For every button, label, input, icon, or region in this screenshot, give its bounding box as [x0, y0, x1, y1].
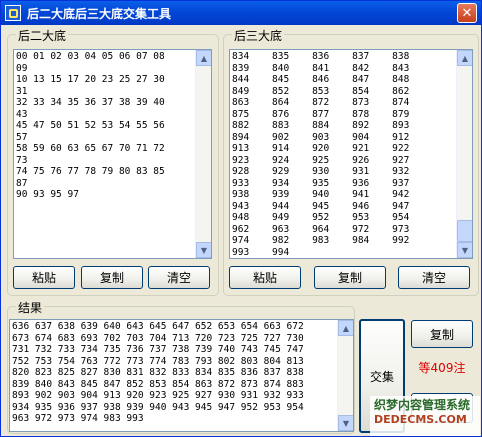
close-button[interactable]: ✕	[457, 3, 477, 23]
arrow-up-icon[interactable]: ▲	[196, 50, 211, 66]
paste-button-two[interactable]: 粘贴	[13, 266, 75, 289]
arrow-down-icon[interactable]: ▼	[457, 242, 472, 258]
three-digit-text: 834 835 836 837 838 839 840 841 842 843 …	[232, 51, 410, 258]
copy-button-three[interactable]: 复制	[314, 266, 386, 289]
copy-result-button[interactable]: 复制	[411, 320, 473, 348]
title-bar: 后二大底后三大底交集工具 ✕	[1, 1, 481, 25]
panel-two-digit-label: 后二大底	[16, 27, 69, 44]
clear-button-three[interactable]: 清空	[398, 266, 470, 289]
arrow-down-icon[interactable]: ▼	[338, 415, 353, 431]
watermark: 织梦内容管理系统 DEDECMS.COM	[370, 396, 480, 436]
arrow-down-icon[interactable]: ▼	[196, 242, 211, 258]
panel-result: 结果 636 637 638 639 640 643 645 647 652 6…	[7, 299, 355, 434]
two-digit-scrollbar[interactable]: ▲ ▼	[195, 50, 211, 258]
two-digit-text: 00 01 02 03 04 05 06 07 08 09 10 13 15 1…	[16, 51, 165, 200]
watermark-line2: DEDECMS.COM	[374, 413, 467, 426]
close-icon: ✕	[461, 5, 473, 21]
clear-button-two[interactable]: 清空	[148, 266, 210, 289]
window-title: 后二大底后三大底交集工具	[27, 6, 172, 21]
paste-button-three[interactable]: 粘贴	[229, 266, 301, 289]
result-label: 结果	[16, 299, 45, 316]
copy-button-two[interactable]: 复制	[81, 266, 143, 289]
arrow-up-icon[interactable]: ▲	[457, 50, 472, 66]
panel-two-digit: 后二大底 00 01 02 03 04 05 06 07 08 09 10 13…	[7, 27, 219, 296]
result-textarea[interactable]: 636 637 638 639 640 643 645 647 652 653 …	[9, 319, 354, 432]
three-digit-scrollbar[interactable]: ▲ ▼	[456, 50, 472, 258]
arrow-up-icon[interactable]: ▲	[338, 320, 353, 336]
result-count: 等409注	[418, 361, 466, 375]
app-icon	[5, 5, 21, 21]
scroll-thumb[interactable]	[457, 220, 472, 242]
three-digit-textarea[interactable]: 834 835 836 837 838 839 840 841 842 843 …	[229, 49, 473, 259]
app-window: 后二大底后三大底交集工具 ✕ 后二大底 00 01 02 03 04 05 06…	[0, 0, 482, 437]
result-text: 636 637 638 639 640 643 645 647 652 653 …	[12, 321, 304, 424]
panel-three-digit: 后三大底 834 835 836 837 838 839 840 841 842…	[223, 27, 479, 296]
panel-three-digit-label: 后三大底	[232, 27, 285, 44]
result-scrollbar[interactable]: ▲ ▼	[337, 320, 353, 431]
two-digit-textarea[interactable]: 00 01 02 03 04 05 06 07 08 09 10 13 15 1…	[13, 49, 212, 259]
watermark-line1: 织梦内容管理系统	[374, 398, 471, 412]
